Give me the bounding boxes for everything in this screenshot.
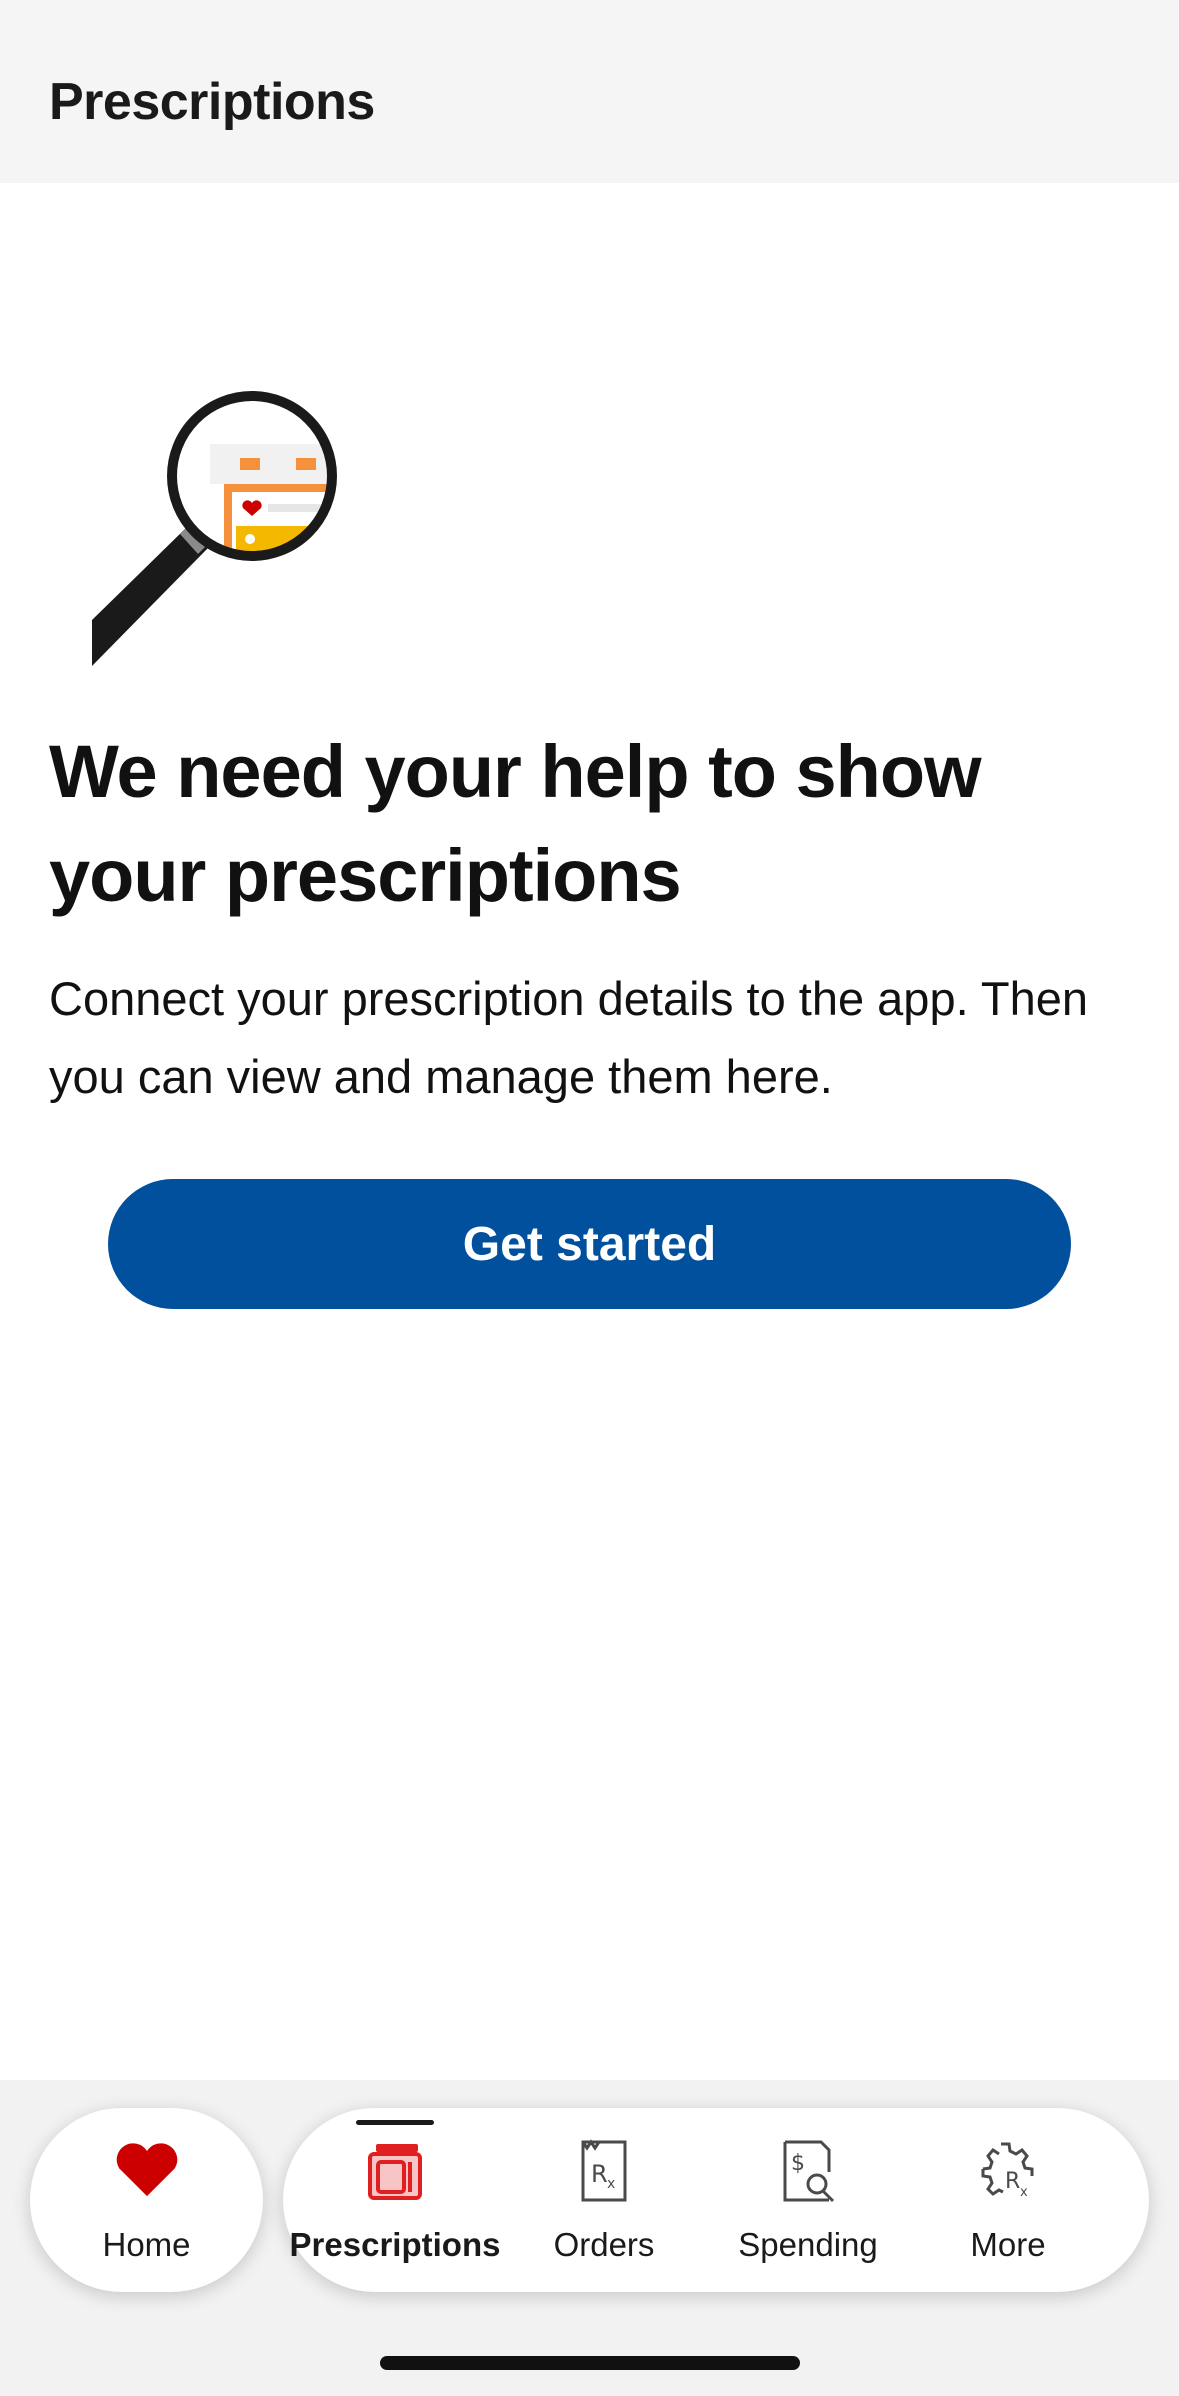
empty-state-headline: We need your help to show your prescript…: [49, 730, 982, 917]
nav-home-button[interactable]: Home: [30, 2108, 263, 2292]
bottom-tab-bar: Prescriptions R x Orders $ Spending R x …: [283, 2108, 1149, 2292]
svg-text:R: R: [591, 2160, 608, 2188]
rx-receipt-icon: R x: [571, 2138, 637, 2204]
nav-label-spending: Spending: [738, 2226, 878, 2263]
prescriptions-icon: [362, 2138, 428, 2204]
nav-label-home: Home: [102, 2226, 191, 2263]
svg-text:R: R: [1005, 2169, 1020, 2194]
get-started-button[interactable]: Get started: [108, 1179, 1071, 1309]
gear-rx-icon: R x: [975, 2138, 1041, 2204]
empty-state-description: Connect your prescription details to the…: [49, 972, 1088, 1103]
tab-spending[interactable]: $ Spending: [738, 2108, 878, 2292]
dollar-search-icon: $: [775, 2138, 841, 2204]
tab-prescriptions[interactable]: Prescriptions: [290, 2108, 500, 2292]
magnifier-illustration: [80, 380, 370, 680]
heart-icon: [114, 2138, 180, 2204]
home-indicator[interactable]: [380, 2356, 800, 2370]
nav-label-prescriptions: Prescriptions: [289, 2226, 501, 2263]
svg-text:x: x: [1020, 2185, 1028, 2200]
page-title: Prescriptions: [49, 73, 375, 131]
top-header: Prescriptions: [0, 0, 1179, 183]
tab-orders[interactable]: R x Orders: [541, 2108, 667, 2292]
nav-label-more: More: [970, 2226, 1046, 2263]
nav-label-orders: Orders: [553, 2226, 655, 2263]
nav-item-home[interactable]: Home: [30, 2108, 263, 2292]
active-tab-indicator: [356, 2120, 434, 2125]
svg-text:x: x: [607, 2176, 615, 2192]
tab-more[interactable]: R x More: [943, 2108, 1073, 2292]
svg-text:$: $: [791, 2151, 805, 2176]
